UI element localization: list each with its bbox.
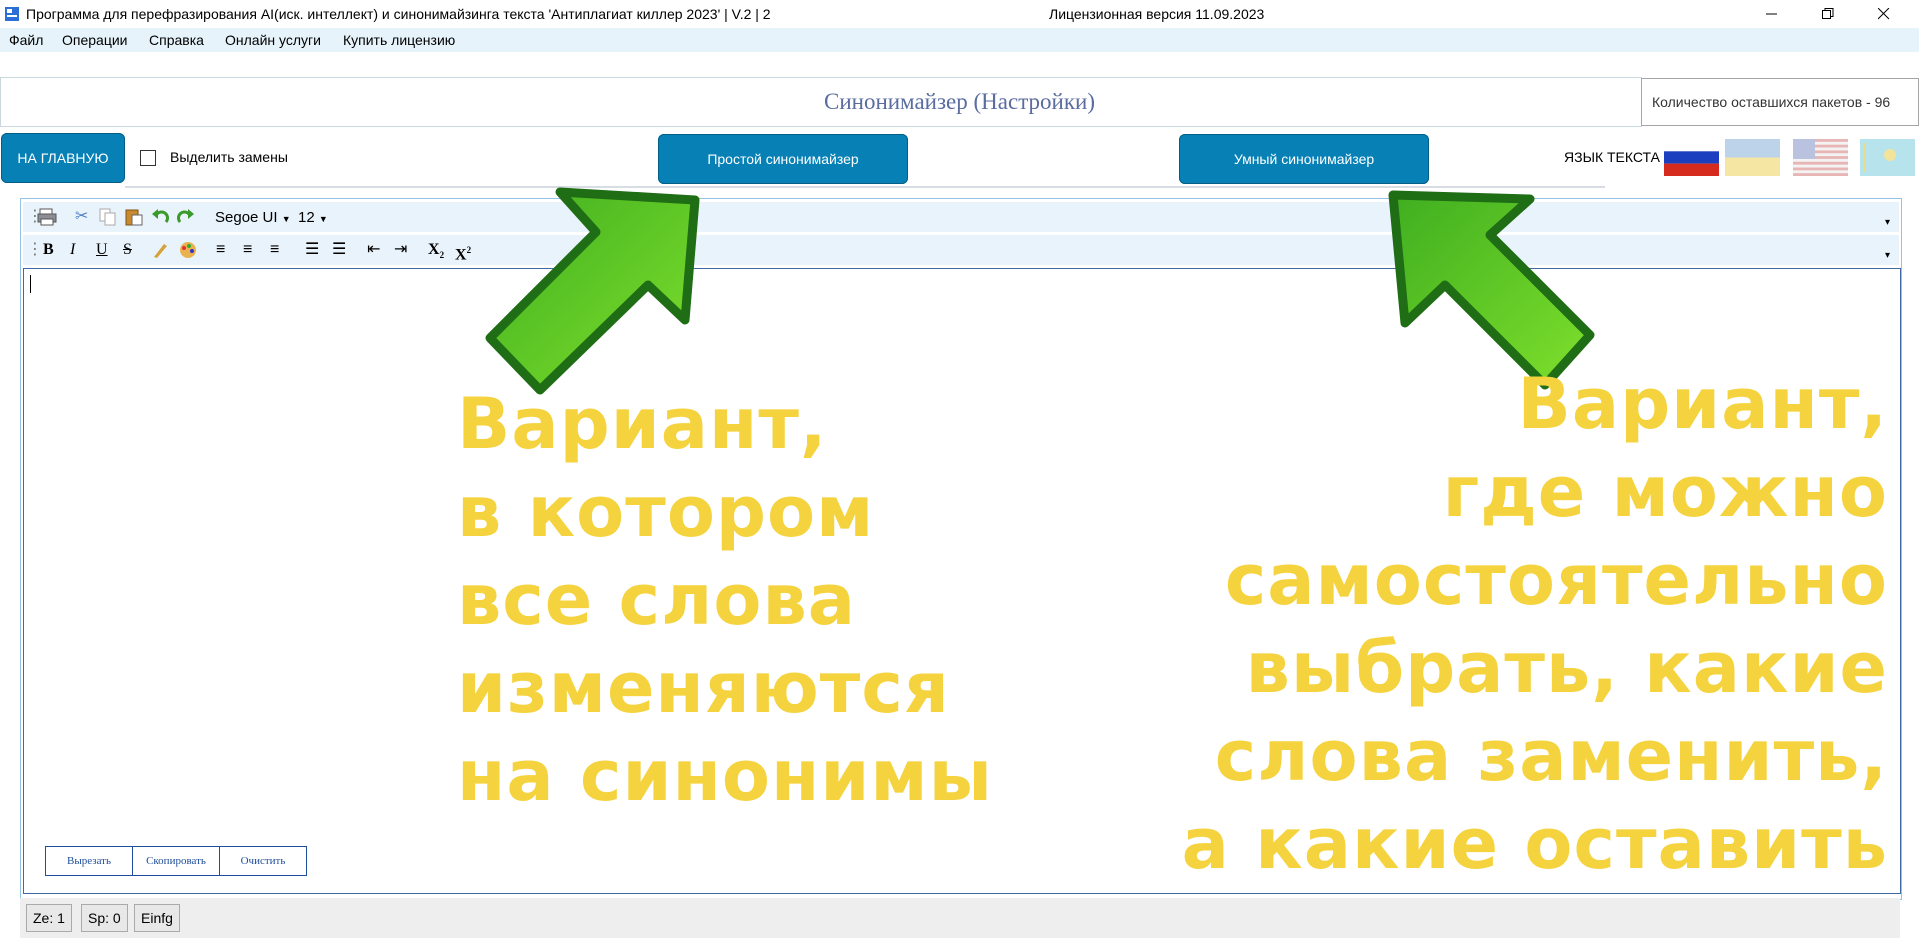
annotation-line: на синонимы [457,735,993,817]
status-line: Ze: 1 [26,904,72,932]
menu-file[interactable]: Файл [9,32,43,48]
text-language-label: ЯЗЫК ТЕКСТА [1564,149,1660,165]
annotation-simple: Вариант, в котором все слова изменяются … [457,380,993,820]
annotation-line: Вариант, [1517,363,1888,445]
text-caret [30,275,31,293]
packets-label: Количество оставшихся пакетов - 96 [1652,94,1891,110]
align-center-icon[interactable]: ≡ [243,241,252,259]
simple-synonymizer-button[interactable]: Простой синонимайзер [658,134,908,184]
annotation-line: в котором [457,471,875,553]
menu-help[interactable]: Справка [149,32,204,48]
menu-operations[interactable]: Операции [62,32,128,48]
font-family-select[interactable]: Segoe UI ▼ [215,209,291,226]
undo-icon[interactable] [151,208,169,226]
text-color-icon[interactable] [178,241,198,259]
page-title: Синонимайзер (Настройки) [823,89,1095,114]
home-button[interactable]: НА ГЛАВНУЮ [1,133,125,183]
annotation-line: выбрать, какие [1245,627,1888,709]
align-left-icon[interactable]: ≡ [216,241,225,259]
packets-counter: Количество оставшихся пакетов - 96 [1641,78,1919,126]
arrow-up-left-icon [485,187,700,395]
close-icon [1878,8,1890,20]
print-icon[interactable] [37,208,57,226]
font-size-select[interactable]: 12 ▼ [298,209,328,226]
clear-button[interactable]: Очистить [220,846,307,876]
font-size-value: 12 [298,209,315,226]
cut-button[interactable]: Вырезать [45,846,133,876]
minimize-icon [1766,13,1777,15]
flag-russia-icon[interactable] [1664,139,1719,176]
cut-icon[interactable]: ✂ [75,208,88,226]
close-button[interactable] [1861,0,1907,28]
maximize-button[interactable] [1805,0,1851,28]
menu-online-services[interactable]: Онлайн услуги [225,32,321,48]
editor-toolbar-row-2: ⋮ B I U S ≡ ≡ ≡ ☰ ☰ ⇤ ⇥ X2 X2 ▾ [23,235,1899,265]
strikethrough-icon[interactable]: S [123,241,132,259]
toolbar-grip-icon: ⋮ [27,241,43,258]
editor-toolbar-row-1: ⋮ ✂ Segoe UI ▼ 12 ▼ ▾ [23,202,1899,232]
flag-kazakhstan-icon[interactable] [1860,139,1915,176]
title-bar: Программа для перефразирования AI(иск. и… [0,0,1919,28]
underline-icon[interactable]: U [96,241,108,259]
app-icon [5,7,19,21]
license-label: Лицензионная версия 11.09.2023 [1049,6,1265,22]
copy-icon[interactable] [99,208,117,226]
highlight-replacements-checkbox[interactable] [140,150,156,166]
annotation-line: а какие оставить [1181,803,1888,885]
align-right-icon[interactable]: ≡ [270,241,279,259]
flag-usa-icon[interactable] [1793,139,1848,176]
toolbar-overflow-icon[interactable]: ▾ [1885,247,1890,265]
highlight-color-icon[interactable] [151,241,169,259]
copy-button[interactable]: Скопировать [133,846,220,876]
menu-bar: Файл Операции Справка Онлайн услуги Купи… [0,28,1919,52]
annotation-line: самостоятельно [1224,539,1888,621]
annotation-line: все слова [457,559,857,641]
status-bar: Ze: 1 Sp: 0 Einfg [20,898,1900,938]
status-insert-mode: Einfg [134,904,180,932]
menu-buy-license[interactable]: Купить лицензию [343,32,455,48]
smart-synonymizer-button[interactable]: Умный синонимайзер [1179,134,1429,184]
highlight-replacements-label: Выделить замены [170,149,288,165]
status-column: Sp: 0 [81,904,128,932]
toolbar-overflow-icon[interactable]: ▾ [1885,214,1890,232]
annotation-line: изменяются [457,647,950,729]
redo-icon[interactable] [177,208,195,226]
chevron-down-icon: ▼ [318,214,328,224]
annotation-smart: Вариант, где можно самостоятельно выбрат… [1182,360,1888,888]
bold-icon[interactable]: B [43,241,54,259]
annotation-line: слова заменить, [1214,715,1888,797]
superscript-icon[interactable]: X2 [455,241,471,264]
annotation-line: где можно [1442,451,1888,533]
indent-icon[interactable]: ⇥ [394,241,407,259]
outdent-icon[interactable]: ⇤ [367,241,380,259]
font-family-value: Segoe UI [215,209,278,226]
paste-icon[interactable] [125,208,143,226]
italic-icon[interactable]: I [70,241,75,259]
minimize-button[interactable] [1749,0,1795,28]
restore-icon [1822,8,1834,19]
numbered-list-icon[interactable]: ☰ [332,241,346,259]
bullet-list-icon[interactable]: ☰ [305,241,319,259]
subscript-icon[interactable]: X2 [428,241,444,264]
annotation-line: Вариант, [457,383,828,465]
flag-ukraine-icon[interactable] [1725,139,1780,176]
chevron-down-icon: ▼ [281,214,291,224]
editor-actions: Вырезать Скопировать Очистить [45,846,307,876]
window-title: Программа для перефразирования AI(иск. и… [26,6,771,22]
